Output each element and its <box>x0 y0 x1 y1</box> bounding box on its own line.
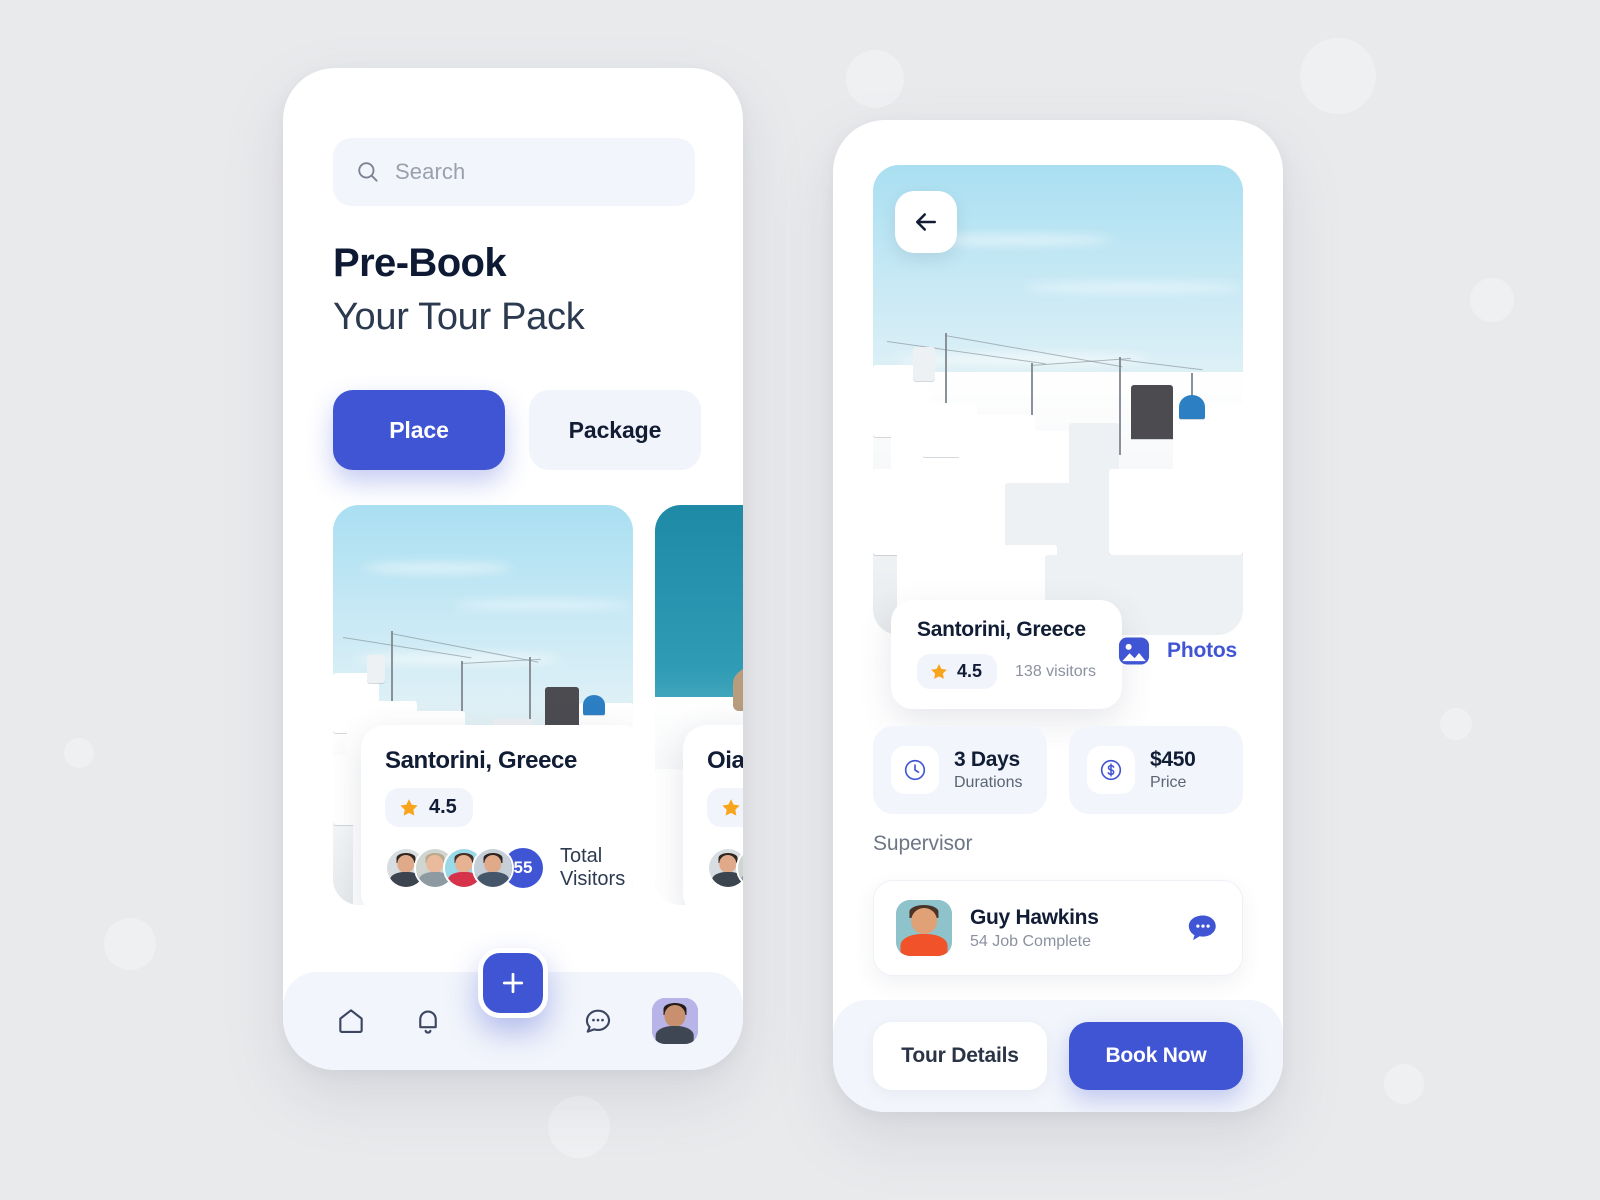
background-bubble <box>104 918 156 970</box>
background-bubble <box>1300 38 1376 114</box>
avatar-stack: 48 <box>707 846 743 890</box>
home-icon <box>339 1009 364 1033</box>
hero-title: Santorini, Greece <box>917 618 1086 641</box>
rating-value: 4.5 <box>429 796 457 818</box>
book-now-button[interactable]: Book Now <box>1069 1022 1243 1090</box>
chat-bubble-icon <box>1188 915 1216 941</box>
phone-screen-detail: Santorini, Greece 4.5 138 visitors Photo… <box>833 120 1283 1112</box>
visitors-count: 138 visitors <box>1015 662 1096 680</box>
nav-notifications[interactable] <box>401 994 455 1048</box>
star-icon <box>400 798 418 816</box>
place-title: Santorini, Greece <box>385 747 577 774</box>
stat-card-duration[interactable]: 3 Days Durations <box>873 726 1047 814</box>
star-icon <box>931 663 947 679</box>
add-button[interactable] <box>478 948 548 1018</box>
bell-icon <box>419 1010 437 1034</box>
stat-icon-wrap <box>891 746 939 794</box>
nav-profile[interactable] <box>648 994 702 1048</box>
visitors-row: 55 Total Visitors <box>385 845 625 891</box>
supervisor-card[interactable]: Guy Hawkins 54 Job Complete <box>873 880 1243 976</box>
stat-card-price[interactable]: $450 Price <box>1069 726 1243 814</box>
avatar <box>651 998 698 1044</box>
background-bubble <box>1470 278 1514 322</box>
avatar <box>472 847 514 889</box>
photos-link[interactable]: Photos <box>1115 632 1237 670</box>
supervisor-name: Guy Hawkins <box>970 905 1099 929</box>
visitors-label: Total Visitors <box>560 845 626 890</box>
stat-value: $450 <box>1150 748 1196 771</box>
background-bubble <box>548 1096 610 1158</box>
stat-cards: 3 Days Durations $450 Price <box>873 726 1243 814</box>
avatar-stack: 55 <box>385 846 545 890</box>
arrow-left-icon <box>916 213 936 231</box>
rating-badge: 4.5 <box>707 788 743 827</box>
avatar <box>896 900 952 956</box>
section-label-supervisor: Supervisor <box>873 832 973 855</box>
background-bubble <box>846 50 904 108</box>
nav-home[interactable] <box>324 994 378 1048</box>
hero-info-card: Santorini, Greece 4.5 138 visitors <box>891 600 1122 709</box>
background-bubble <box>1440 708 1472 740</box>
place-title: Oia, Greece <box>707 747 743 774</box>
stat-value: 3 Days <box>954 748 1020 771</box>
place-card-info: Oia, Greece 4.5 <box>683 725 743 905</box>
stat-label: Durations <box>954 774 1023 791</box>
visitors-row: 48 Total Visitors <box>707 845 743 891</box>
plus-icon <box>502 972 524 994</box>
tour-details-button[interactable]: Tour Details <box>873 1022 1047 1090</box>
back-button[interactable] <box>895 191 957 253</box>
page-title: Pre-Book Your Tour Pack <box>333 240 585 342</box>
nav-messages[interactable] <box>571 994 625 1048</box>
search-input[interactable]: Search <box>333 138 695 206</box>
phone-screen-browse: Search Pre-Book Your Tour Pack Place Pac… <box>283 68 743 1070</box>
hero-photo <box>873 165 1243 635</box>
clock-icon <box>904 759 926 781</box>
message-supervisor-button[interactable] <box>1186 911 1220 945</box>
stat-label: Price <box>1150 774 1187 791</box>
place-card-info: Santorini, Greece 4.5 55 Total Visitors <box>361 725 633 905</box>
rating-badge: 4.5 <box>917 654 998 689</box>
star-icon <box>722 798 740 816</box>
filter-tabs: Place Package <box>333 390 701 470</box>
photos-label: Photos <box>1167 639 1237 662</box>
rating-value: 4.5 <box>957 661 983 681</box>
place-card[interactable]: Oia, Greece 4.5 <box>655 505 743 905</box>
place-card-list: Santorini, Greece 4.5 55 Total Visitors … <box>333 505 743 905</box>
action-bar: Tour Details Book Now <box>833 1000 1283 1112</box>
image-icon <box>1118 637 1150 665</box>
background-bubble <box>64 738 94 768</box>
dollar-icon <box>1100 759 1122 781</box>
hero-meta: 4.5 138 visitors <box>917 654 1096 689</box>
stat-icon-wrap <box>1087 746 1135 794</box>
search-placeholder: Search <box>395 159 466 184</box>
chat-icon <box>585 1009 610 1033</box>
background-bubble <box>1384 1064 1424 1104</box>
tab-package[interactable]: Package <box>529 390 701 470</box>
supervisor-subtitle: 54 Job Complete <box>970 932 1091 950</box>
search-icon <box>358 162 378 182</box>
avatar <box>736 847 743 889</box>
tab-place[interactable]: Place <box>333 390 505 470</box>
rating-badge: 4.5 <box>385 788 473 827</box>
headline-regular: Your Tour Pack <box>333 296 585 339</box>
headline-bold: Pre-Book <box>333 241 507 285</box>
place-card[interactable]: Santorini, Greece 4.5 55 Total Visitors <box>333 505 633 905</box>
